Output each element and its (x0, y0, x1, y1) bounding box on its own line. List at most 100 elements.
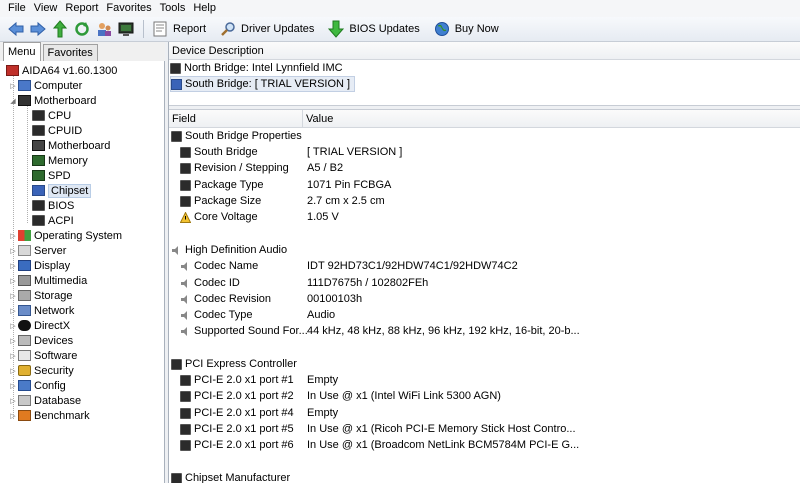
chip-icon (170, 62, 181, 74)
expand-icon[interactable]: ▷ (8, 82, 18, 90)
menu-report[interactable]: Report (61, 0, 102, 17)
tree-item-devices[interactable]: ▷ Devices (8, 333, 73, 348)
back-arrow-icon[interactable] (6, 19, 26, 39)
property-row[interactable]: PCI-E 2.0 x1 port #2 (180, 388, 294, 404)
tab-menu[interactable]: Menu (3, 42, 41, 61)
report-button[interactable]: Report (150, 19, 206, 39)
tree-item-root[interactable]: AIDA64 v1.60.1300 (6, 63, 117, 78)
field-label: PCI-E 2.0 x1 port #6 (194, 439, 294, 451)
speaker-icon (180, 261, 191, 272)
property-row[interactable]: PCI-E 2.0 x1 port #1 (180, 372, 294, 388)
tree-item-motherboard[interactable]: Motherboard (32, 138, 110, 153)
speaker-icon (180, 278, 191, 289)
tree-item-spd[interactable]: SPD (32, 168, 71, 183)
monitor-icon[interactable] (116, 19, 136, 39)
forward-arrow-icon[interactable] (28, 19, 48, 39)
software-icon (18, 350, 31, 361)
expand-icon[interactable]: ▷ (8, 307, 18, 315)
expand-icon[interactable]: ▷ (8, 397, 18, 405)
property-row[interactable]: PCI-E 2.0 x1 port #6 (180, 437, 294, 453)
tree-item-cpu[interactable]: CPU (32, 108, 71, 123)
menu-view[interactable]: View (30, 0, 62, 17)
menu-favorites[interactable]: Favorites (102, 0, 155, 17)
menu-tools[interactable]: Tools (156, 0, 190, 17)
device-south-bridge[interactable]: South Bridge: [ TRIAL VERSION ] (170, 76, 356, 92)
tree-item-computer[interactable]: ▷ Computer (8, 78, 82, 93)
tree-item-display[interactable]: ▷ Display (8, 258, 70, 273)
field-value: 00100103h (307, 293, 363, 305)
expand-icon[interactable]: ▷ (8, 412, 18, 420)
property-row[interactable]: Revision / Stepping (180, 160, 289, 176)
tree-item-label: Database (34, 394, 82, 407)
expand-icon[interactable]: ▷ (8, 292, 18, 300)
motherboard-icon (18, 95, 31, 106)
tree-item-database[interactable]: ▷ Database (8, 393, 81, 408)
property-row[interactable]: Codec Name (180, 258, 258, 274)
windows-logo-icon (18, 230, 31, 241)
property-row[interactable]: Core Voltage (179, 209, 258, 225)
device-north-bridge[interactable]: North Bridge: Intel Lynnfield IMC (170, 60, 343, 76)
up-arrow-icon[interactable] (50, 19, 70, 39)
expand-icon[interactable]: ▷ (8, 247, 18, 255)
expand-icon[interactable]: ▷ (8, 322, 18, 330)
property-row[interactable]: PCI-E 2.0 x1 port #5 (180, 421, 294, 437)
group-high-definition-audio[interactable]: High Definition Audio (171, 242, 287, 258)
expand-icon[interactable]: ▷ (8, 367, 18, 375)
tree-item-label: AIDA64 v1.60.1300 (22, 64, 118, 77)
device-label: North Bridge: Intel Lynnfield IMC (184, 62, 343, 74)
field-label: Codec Revision (194, 293, 272, 305)
buy-now-button[interactable]: Buy Now (432, 19, 499, 39)
device-description-header[interactable]: Device Description (169, 42, 800, 60)
expand-icon[interactable]: ▷ (8, 232, 18, 240)
collapse-icon[interactable]: ◢ (8, 97, 18, 105)
group-pci-express-controller[interactable]: PCI Express Controller (171, 356, 297, 372)
property-row[interactable]: Codec Type (180, 307, 253, 323)
tree-item-storage[interactable]: ▷ Storage (8, 288, 72, 303)
field-column-header[interactable]: Field (172, 113, 196, 125)
tree-item-operating-system[interactable]: ▷ Operating System (8, 228, 122, 243)
property-row[interactable]: South Bridge (180, 144, 258, 160)
tree-item-bios[interactable]: BIOS (32, 198, 74, 213)
tree-item-software[interactable]: ▷ Software (8, 348, 77, 363)
tree-item-server[interactable]: ▷ Server (8, 243, 66, 258)
expand-icon[interactable]: ▷ (8, 277, 18, 285)
tree-item-network[interactable]: ▷ Network (8, 303, 74, 318)
group-chipset-manufacturer[interactable]: Chipset Manufacturer (171, 470, 290, 483)
expand-icon[interactable]: ▷ (8, 382, 18, 390)
tree-item-benchmark[interactable]: ▷ Benchmark (8, 408, 89, 423)
report-label: Report (173, 23, 207, 35)
property-row[interactable]: Codec ID (180, 275, 240, 291)
user-icon[interactable] (94, 19, 114, 39)
menu-file[interactable]: File (4, 0, 30, 17)
tree-item-motherboard-group[interactable]: ◢ Motherboard (8, 93, 96, 108)
value-column-header[interactable]: Value (303, 110, 800, 128)
tree-item-label: Computer (34, 79, 83, 92)
tree-item-label: Multimedia (34, 274, 88, 287)
tree-item-security[interactable]: ▷ Security (8, 363, 73, 378)
tree-item-cpuid[interactable]: CPUID (32, 123, 82, 138)
group-south-bridge[interactable]: South Bridge Properties (171, 128, 302, 144)
speaker-icon (180, 326, 191, 337)
bios-updates-button[interactable]: BIOS Updates (326, 19, 420, 39)
expand-icon[interactable]: ▷ (8, 352, 18, 360)
property-row[interactable]: PCI-E 2.0 x1 port #4 (180, 405, 294, 421)
refresh-icon[interactable] (72, 19, 92, 39)
tree-item-acpi[interactable]: ACPI (32, 213, 74, 228)
property-row[interactable]: Package Type (180, 177, 264, 193)
tree-item-multimedia[interactable]: ▷ Multimedia (8, 273, 87, 288)
property-row[interactable]: Package Size (180, 193, 261, 209)
chip-icon (180, 407, 191, 419)
property-row[interactable]: Codec Revision (180, 291, 271, 307)
tree-item-memory[interactable]: Memory (32, 153, 88, 168)
tree-item-chipset[interactable]: Chipset (32, 183, 92, 198)
driver-updates-button[interactable]: Driver Updates (218, 19, 314, 39)
tree-item-config[interactable]: ▷ Config (8, 378, 66, 393)
tree-item-directx[interactable]: ▷ DirectX (8, 318, 70, 333)
field-label: PCI-E 2.0 x1 port #5 (194, 423, 294, 435)
property-row[interactable]: Supported Sound For... (180, 323, 308, 339)
expand-icon[interactable]: ▷ (8, 337, 18, 345)
expand-icon[interactable]: ▷ (8, 262, 18, 270)
tab-favorites[interactable]: Favorites (42, 44, 98, 61)
menu-help[interactable]: Help (189, 0, 220, 17)
chip-icon (171, 78, 182, 90)
